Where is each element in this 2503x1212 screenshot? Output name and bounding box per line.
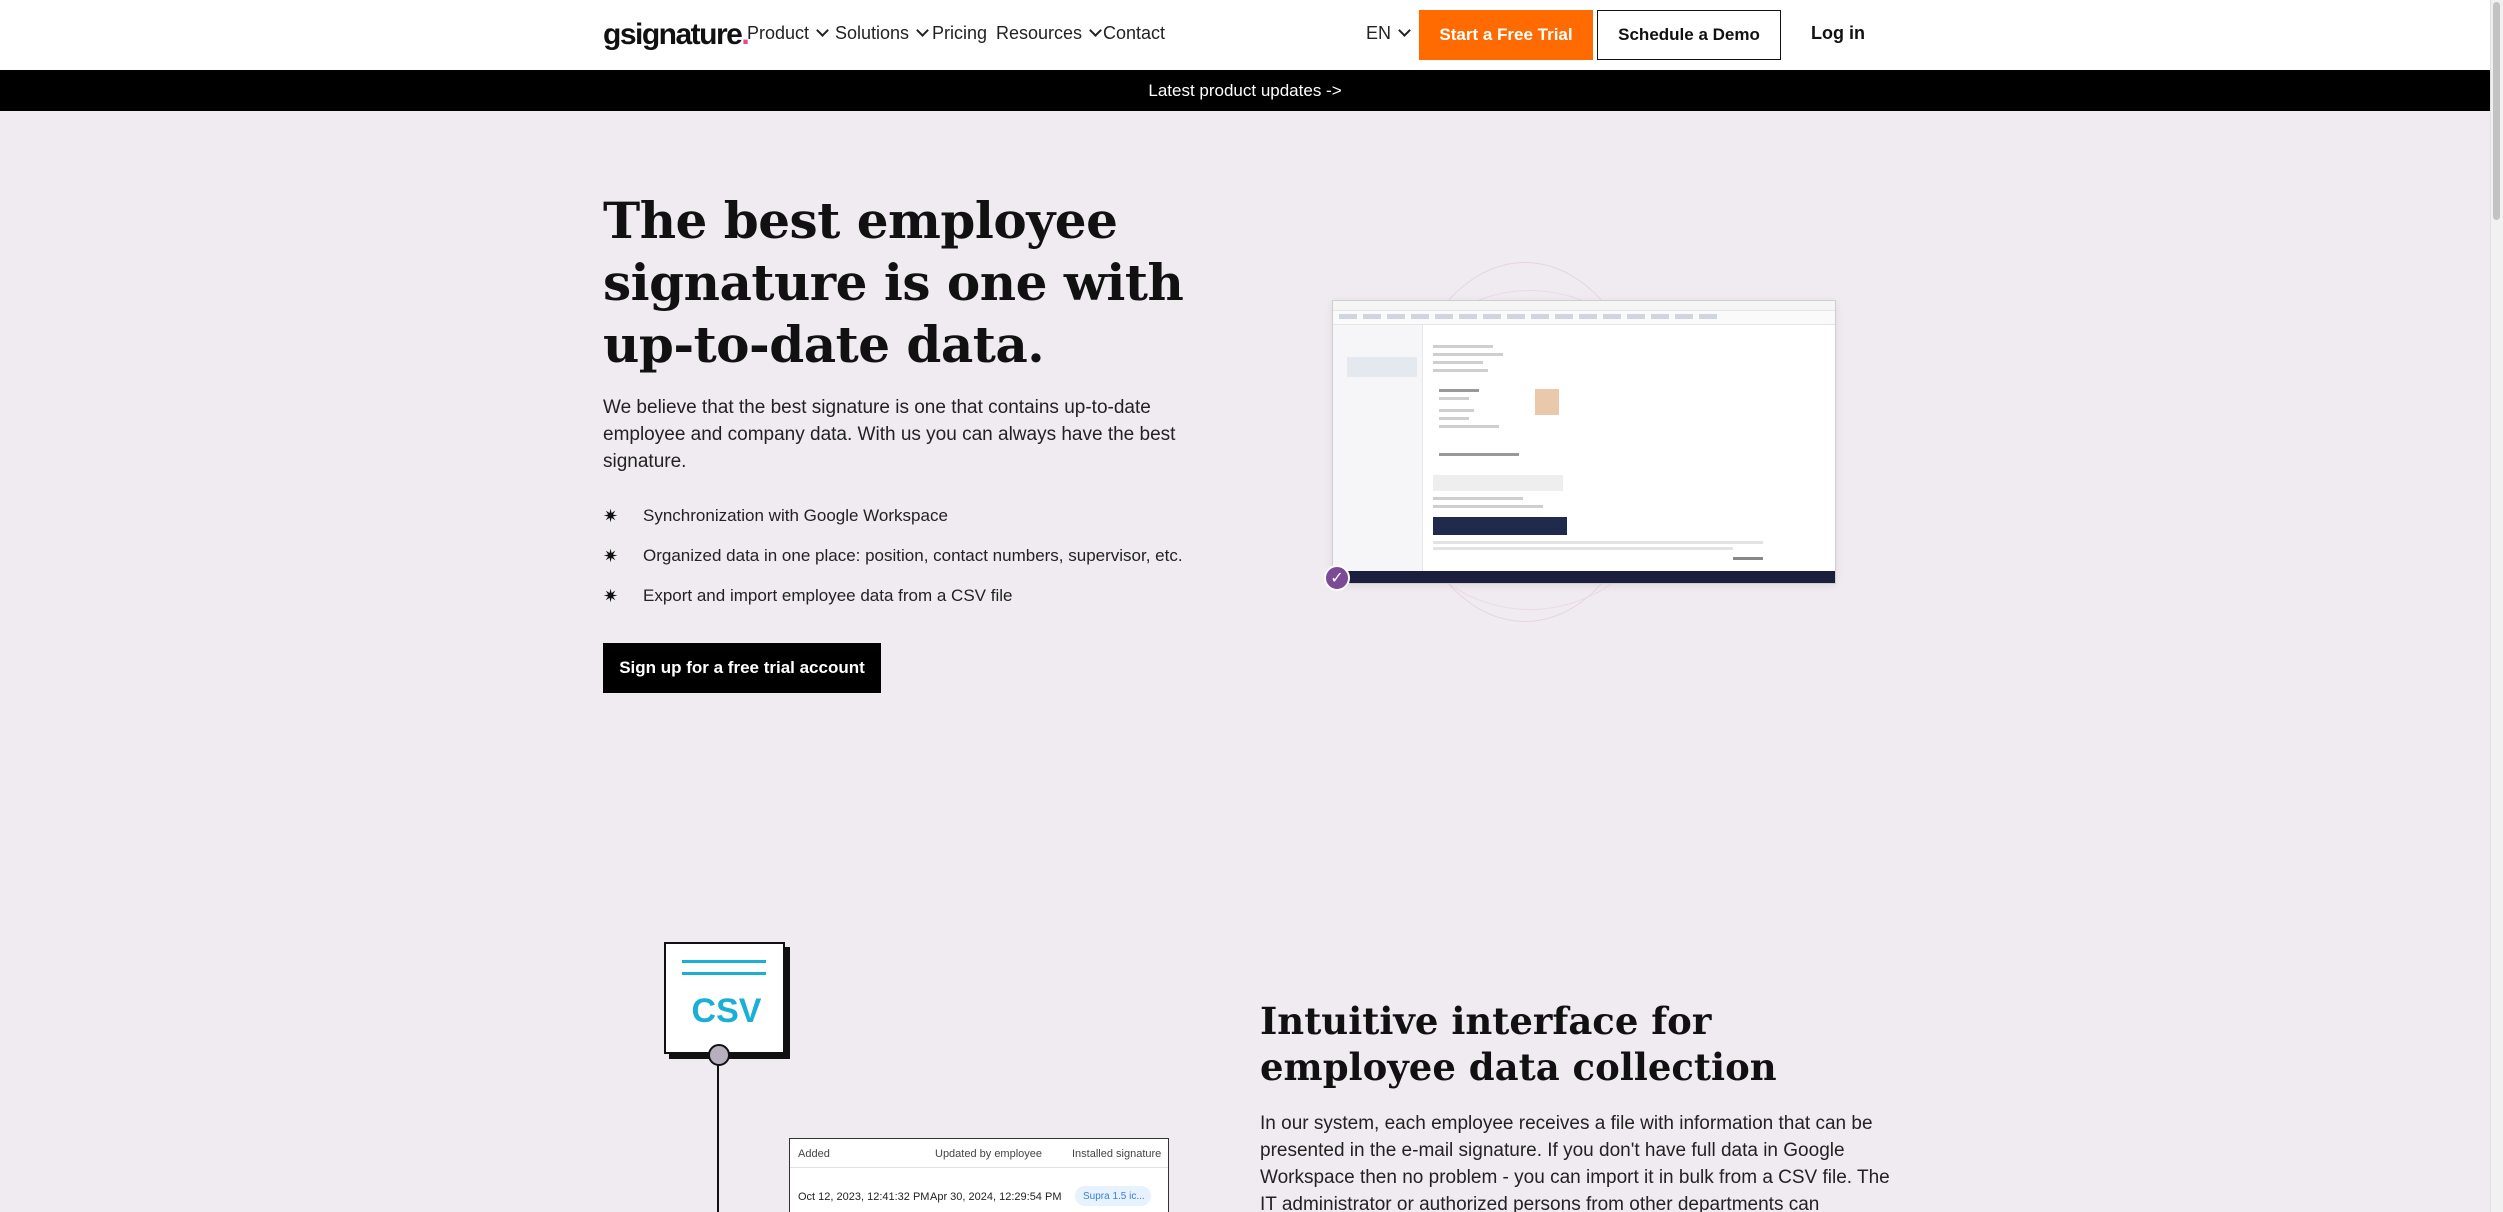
feature-text: Export and import employee data from a C…	[643, 586, 1013, 605]
list-item: ✷ Synchronization with Google Workspace	[603, 496, 1183, 536]
section-description: In our system, each employee receives a …	[1260, 1113, 1890, 1212]
table-cell-updated: Apr 30, 2024, 12:29:54 PM	[930, 1191, 1062, 1203]
feature-text: Synchronization with Google Workspace	[643, 506, 948, 525]
signature-banner	[1433, 517, 1567, 535]
connector-node	[708, 1044, 730, 1066]
nav-item-resources[interactable]: Resources	[996, 23, 1102, 44]
window-titlebar	[1333, 301, 1835, 311]
language-selector[interactable]: EN	[1366, 23, 1411, 44]
window-toolbar	[1333, 311, 1835, 325]
hero-description: We believe that the best signature is on…	[603, 397, 1176, 472]
asterisk-icon: ✷	[603, 585, 619, 606]
nav-item-label: Pricing	[932, 23, 988, 43]
asterisk-icon: ✷	[603, 505, 619, 526]
signature-photo	[1535, 389, 1559, 415]
table-header: Updated by employee	[935, 1148, 1043, 1160]
email-client-screenshot	[1332, 300, 1836, 584]
chevron-down-icon	[916, 24, 929, 37]
chevron-down-icon	[816, 24, 829, 37]
announcement-text[interactable]: Latest product updates ->	[1148, 81, 1341, 101]
table-cell-added: Oct 12, 2023, 12:41:32 PM	[798, 1191, 930, 1203]
feature-list: ✷ Synchronization with Google Workspace …	[603, 496, 1183, 616]
signup-trial-button[interactable]: Sign up for a free trial account	[603, 643, 881, 693]
employee-data-table: Added Updated by employee Installed sign…	[789, 1138, 1169, 1212]
window-sidebar	[1333, 325, 1423, 575]
nav-item-contact[interactable]: Contact	[1103, 23, 1165, 44]
asterisk-icon: ✷	[603, 545, 619, 566]
hero-title: The best employee signature is one with …	[603, 191, 1184, 374]
nav-item-label: Contact	[1103, 23, 1166, 43]
csv-label: CSV	[691, 992, 762, 1030]
nav-item-label: Solutions	[835, 23, 910, 43]
table-header: Added	[798, 1148, 830, 1160]
announcement-bar[interactable]: Latest product updates ->	[0, 70, 2490, 111]
table-header: Installed signature	[1072, 1148, 1162, 1160]
nav-item-pricing[interactable]: Pricing	[932, 23, 987, 44]
nav-item-product[interactable]: Product	[747, 23, 829, 44]
section-title: Intuitive interface for employee data co…	[1260, 999, 1777, 1089]
connector-line	[717, 1064, 719, 1212]
check-icon: ✓	[1324, 565, 1350, 591]
start-free-trial-button[interactable]: Start a Free Trial	[1419, 10, 1593, 60]
nav-item-label: Resources	[996, 23, 1083, 43]
csv-file-illustration: CSV	[664, 942, 785, 1054]
signature-badge[interactable]: Supra 1.5 ic...	[1075, 1186, 1151, 1206]
window-taskbar	[1333, 571, 1835, 583]
feature-text: Organized data in one place: position, c…	[643, 546, 1183, 565]
scrollbar-thumb[interactable]	[2493, 2, 2500, 220]
nav-item-solutions[interactable]: Solutions	[835, 23, 929, 44]
top-navigation: gsignature. Product Solutions Pricing Re…	[0, 0, 2490, 70]
login-link[interactable]: Log in	[1811, 23, 1865, 44]
nav-item-label: Product	[747, 23, 810, 43]
list-item: ✷ Organized data in one place: position,…	[603, 536, 1183, 576]
language-label: EN	[1366, 23, 1392, 43]
chevron-down-icon	[1089, 24, 1102, 37]
logo[interactable]: gsignature.	[603, 18, 750, 52]
schedule-demo-button[interactable]: Schedule a Demo	[1597, 10, 1781, 60]
list-item: ✷ Export and import employee data from a…	[603, 576, 1183, 616]
chevron-down-icon	[1398, 24, 1411, 37]
